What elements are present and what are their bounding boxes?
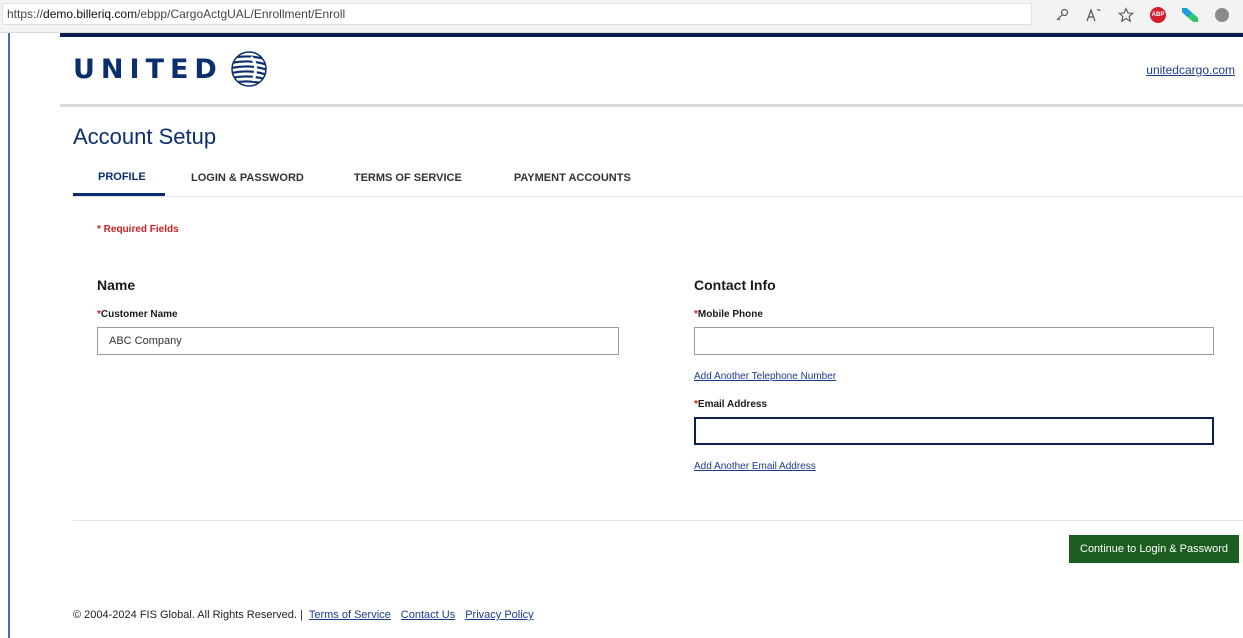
continue-button[interactable]: Continue to Login & Password xyxy=(1069,535,1239,563)
read-aloud-icon[interactable] xyxy=(1084,5,1104,25)
contact-section-heading: Contact Info xyxy=(694,277,776,293)
tab-label: PROFILE xyxy=(98,170,146,183)
tab-label: LOGIN & PASSWORD xyxy=(191,172,304,184)
privacy-policy-link[interactable]: Privacy Policy xyxy=(465,609,533,621)
customer-name-input[interactable] xyxy=(97,327,619,355)
required-fields-note: * Required Fields xyxy=(97,224,179,235)
tab-terms-of-service[interactable]: TERMS OF SERVICE xyxy=(354,160,462,196)
tab-login-password[interactable]: LOGIN & PASSWORD xyxy=(191,160,304,196)
mobile-phone-label-text: Mobile Phone xyxy=(697,309,763,320)
favorite-star-icon[interactable] xyxy=(1116,5,1136,25)
tab-payment-accounts[interactable]: PAYMENT ACCOUNTS xyxy=(514,160,631,196)
email-address-label: *Email Address xyxy=(694,399,767,410)
address-bar[interactable]: https://demo.billeriq.com/ebpp/CargoActg… xyxy=(2,3,1032,25)
header-top-bar xyxy=(60,33,1243,37)
tab-label: TERMS OF SERVICE xyxy=(353,172,462,184)
extension-icon[interactable] xyxy=(1180,5,1200,25)
tab-profile[interactable]: PROFILE xyxy=(73,160,165,196)
mobile-phone-label: *Mobile Phone xyxy=(694,309,763,320)
customer-name-label-text: Customer Name xyxy=(100,309,178,320)
profile-icon[interactable] xyxy=(1212,5,1232,25)
url-path: /ebpp/CargoActgUAL/Enrollment/Enroll xyxy=(137,7,346,21)
browser-icons: ABP xyxy=(1040,4,1232,26)
page-title: Account Setup xyxy=(73,124,217,149)
logo-text: UNITED xyxy=(73,53,223,85)
adblock-icon[interactable]: ABP xyxy=(1148,5,1168,25)
page-footer: © 2004-2024 FIS Global. All Rights Reser… xyxy=(73,609,534,621)
mobile-phone-input[interactable] xyxy=(694,327,1214,355)
url-domain: demo.billeriq.com xyxy=(43,7,138,21)
globe-icon xyxy=(231,51,267,87)
form-divider xyxy=(73,520,1243,521)
add-telephone-link[interactable]: Add Another Telephone Number xyxy=(694,371,836,382)
tabs-divider xyxy=(73,196,1243,197)
customer-name-label: *Customer Name xyxy=(97,309,178,320)
key-icon[interactable] xyxy=(1052,5,1072,25)
copyright-text: © 2004-2024 FIS Global. All Rights Reser… xyxy=(73,609,303,621)
header-divider xyxy=(60,104,1243,107)
email-address-input[interactable] xyxy=(694,417,1214,445)
name-section-heading: Name xyxy=(97,277,136,293)
email-address-label-text: Email Address xyxy=(697,399,768,410)
browser-toolbar: https://demo.billeriq.com/ebpp/CargoActg… xyxy=(0,0,1243,33)
setup-tabs: PROFILE LOGIN & PASSWORD TERMS OF SERVIC… xyxy=(73,160,631,196)
terms-of-service-link[interactable]: Terms of Service xyxy=(309,609,391,621)
contact-us-link[interactable]: Contact Us xyxy=(401,609,455,621)
window-edge xyxy=(8,33,10,638)
add-email-link[interactable]: Add Another Email Address xyxy=(694,461,816,472)
tab-label: PAYMENT ACCOUNTS xyxy=(513,172,631,184)
url-prefix: https:// xyxy=(7,7,44,21)
unitedcargo-link[interactable]: unitedcargo.com xyxy=(1146,63,1235,77)
united-logo[interactable]: UNITED xyxy=(73,51,269,87)
